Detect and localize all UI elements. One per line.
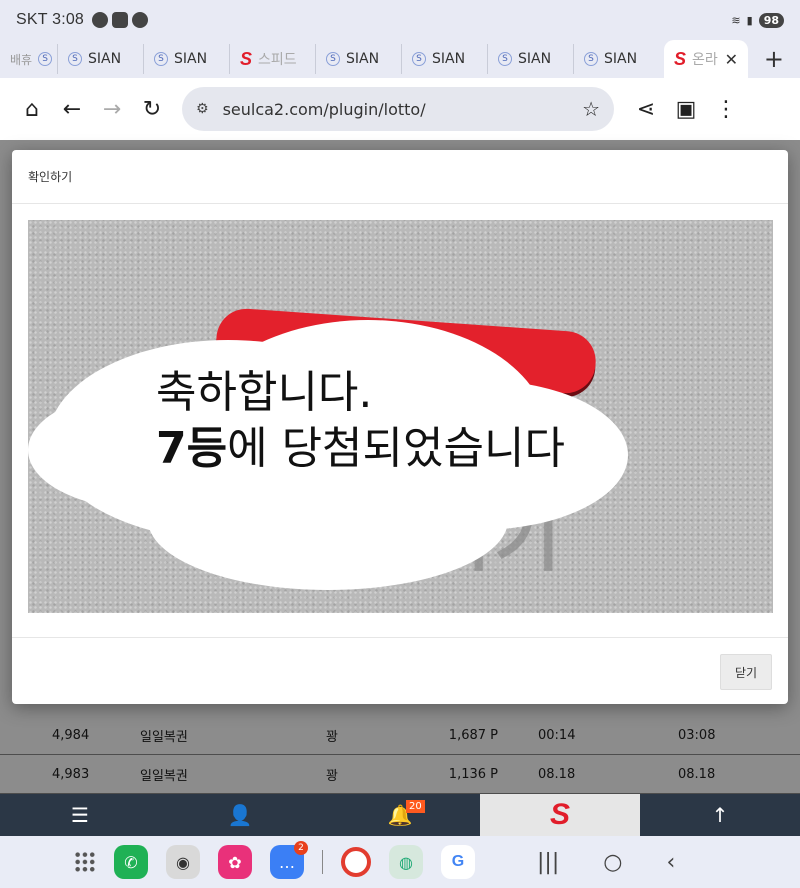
site-settings-icon[interactable]: ⚙ — [196, 101, 209, 117]
back-arrow-icon[interactable]: ← — [52, 89, 92, 129]
tab-2[interactable]: S SIAN — [144, 44, 230, 74]
tab-active[interactable]: S 온라 ✕ — [664, 40, 748, 78]
url-text: seulca2.com/plugin/lotto/ — [222, 99, 426, 119]
chat-notification-icon — [92, 12, 109, 28]
home-icon[interactable]: ⌂ — [12, 89, 52, 129]
battery-indicator: 98 — [758, 12, 784, 28]
red-s-logo-icon: S — [549, 798, 570, 831]
camera-app-icon[interactable]: ◉ — [166, 845, 200, 879]
status-bar: SKT 3:08 ≋ ▮ 98 — [0, 0, 800, 40]
more-menu-icon[interactable]: ⋮ — [706, 89, 746, 129]
tab-strip: 배휴 S S SIAN S SIAN S 스피드 S SIAN S SIAN S SIAN … — [0, 40, 800, 78]
address-bar[interactable]: ⚙ seulca2.com/plugin/lotto/ ☆ — [182, 87, 614, 131]
new-tab-button[interactable]: + — [764, 45, 784, 73]
wifi-icon: ≋ — [731, 13, 741, 27]
android-dock: ✆ ◉ ✿ … 2 ◍ G ||| ○ ‹ — [0, 836, 800, 888]
app-drawer-icon[interactable] — [74, 851, 96, 873]
browser-toolbar: ⌂ ← → ↻ ⚙ seulca2.com/plugin/lotto/ ☆ ⋖ … — [0, 78, 800, 140]
scroll-top-arrow-icon[interactable]: ↑ — [640, 794, 800, 836]
sian-favicon-icon: S — [584, 52, 598, 66]
tab-7[interactable]: S SIAN — [574, 44, 660, 74]
menu-icon[interactable]: ☰ — [0, 794, 160, 836]
site-logo-button[interactable]: S — [480, 794, 640, 836]
site-bottom-nav: ☰ 👤 🔔 20 S ↑ — [0, 794, 800, 836]
modal-footer: 닫기 — [12, 637, 788, 704]
tab-5[interactable]: S SIAN — [402, 44, 488, 74]
result-image: 하기 축하합니다. 7등에 당첨되었습니다 — [28, 220, 773, 613]
sian-favicon-icon: S — [68, 52, 82, 66]
modal-title: 확인하기 — [12, 150, 788, 204]
sian-favicon-icon: S — [154, 52, 168, 66]
tab-3[interactable]: S 스피드 — [230, 44, 316, 74]
congrats-message: 축하합니다. 7등에 당첨되었습니다 — [156, 367, 565, 474]
messages-app-icon[interactable]: … 2 — [270, 841, 308, 879]
tab-switcher-icon[interactable]: ▣ — [666, 89, 706, 129]
home-button-icon[interactable]: ○ — [603, 850, 622, 875]
tab-0[interactable]: 배휴 S — [0, 44, 58, 74]
app-notification-icon — [132, 12, 149, 28]
notification-bell-icon[interactable]: 🔔 20 — [320, 794, 480, 836]
sian-favicon-icon: S — [326, 52, 340, 66]
sian-favicon-icon: S — [38, 52, 53, 66]
red-s-favicon-icon: S — [240, 48, 253, 69]
user-icon[interactable]: 👤 — [160, 794, 320, 836]
sian-favicon-icon: S — [412, 52, 426, 66]
reload-icon[interactable]: ↻ — [132, 89, 172, 129]
tab-6[interactable]: S SIAN — [488, 44, 574, 74]
signal-icon: ▮ — [746, 13, 753, 27]
close-tab-icon[interactable]: ✕ — [725, 50, 738, 69]
close-button[interactable]: 닫기 — [720, 654, 772, 690]
tab-4[interactable]: S SIAN — [316, 44, 402, 74]
settings-app-icon[interactable]: ◍ — [389, 845, 423, 879]
status-time: SKT 3:08 — [16, 11, 85, 28]
share-icon[interactable]: ⋖ — [626, 89, 666, 129]
recents-button-icon[interactable]: ||| — [537, 850, 559, 875]
red-s-favicon-icon: S — [674, 48, 687, 69]
chrome-app-icon[interactable] — [341, 847, 371, 877]
forward-arrow-icon[interactable]: → — [92, 89, 132, 129]
back-button-icon[interactable]: ‹ — [666, 850, 675, 875]
screenshot-notification-icon — [112, 12, 129, 28]
confirm-modal: 확인하기 하기 축하합니다. 7등에 당첨되었습니다 닫기 — [12, 150, 788, 704]
bookmark-star-icon[interactable]: ☆ — [582, 97, 600, 121]
gallery-app-icon[interactable]: ✿ — [218, 845, 252, 879]
phone-app-icon[interactable]: ✆ — [114, 845, 148, 879]
google-app-icon[interactable]: G — [441, 845, 475, 879]
sian-favicon-icon: S — [498, 52, 512, 66]
tab-1[interactable]: S SIAN — [58, 44, 144, 74]
notification-badge: 20 — [406, 800, 425, 813]
